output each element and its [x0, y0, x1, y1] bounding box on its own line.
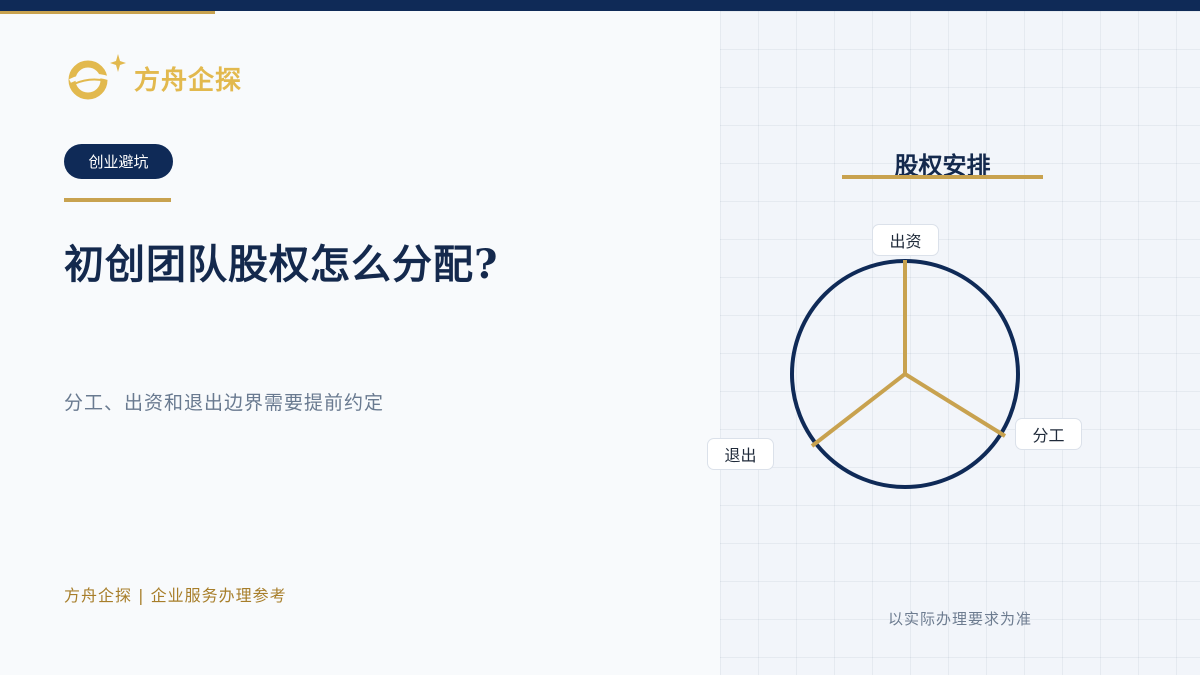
page-title: 初创团队股权怎么分配? [64, 241, 499, 288]
equity-diagram [790, 259, 1020, 489]
diagram-label-right: 分工 [1015, 418, 1082, 450]
spoke-right [903, 372, 1007, 438]
top-bar-accent [0, 11, 215, 14]
page-subtitle: 分工、出资和退出边界需要提前约定 [64, 392, 385, 414]
diagram-label-left: 退出 [707, 438, 774, 470]
diagram-label-top: 出资 [872, 224, 939, 256]
panel-title-underline [842, 175, 1043, 179]
tag-underline [64, 198, 171, 202]
footer-text: 方舟企探 | 企业服务办理参考 [64, 586, 287, 605]
disclaimer-note: 以实际办理要求为准 [887, 610, 1032, 628]
sparkle-icon [110, 54, 126, 72]
brand-logo: 方舟企探 [64, 50, 242, 106]
spoke-left [810, 372, 907, 448]
logo-mark-icon [68, 54, 126, 100]
category-tag: 创业避坑 [64, 144, 173, 179]
brand-name: 方舟企探 [134, 65, 243, 96]
top-bar [0, 0, 1200, 11]
